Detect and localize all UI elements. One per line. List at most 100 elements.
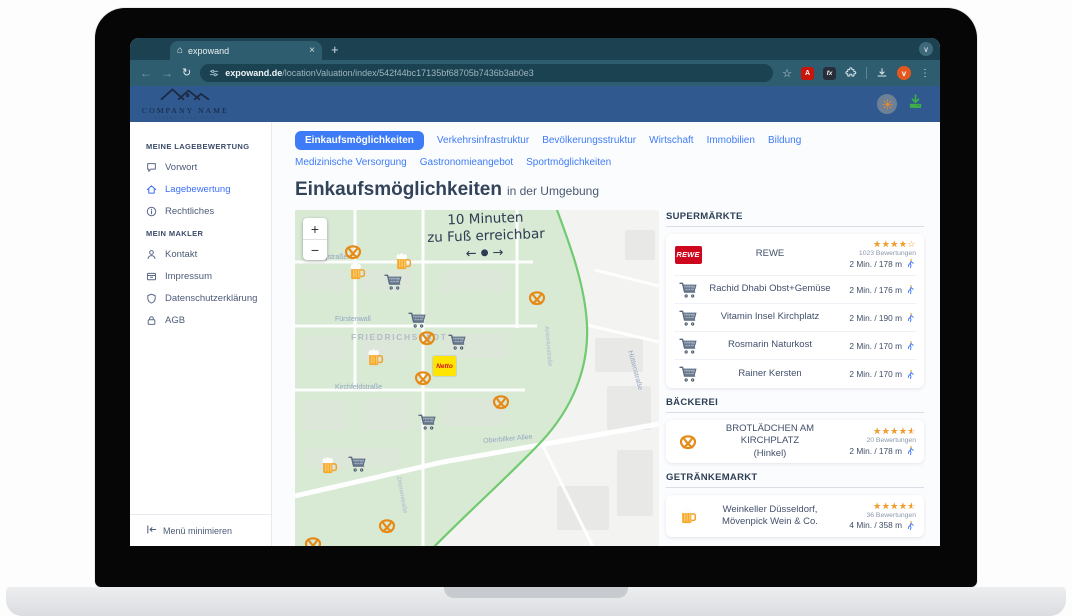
walk-distance: 2 Min. / 178 m — [849, 258, 916, 269]
place-row-weinkeller-d-sseldorf[interactable]: Weinkeller Düsseldorf,Mövenpick Wein & C… — [674, 495, 916, 537]
back-button[interactable]: ← — [140, 67, 152, 79]
address-bar[interactable]: expowand.de/locationValuation/index/542f… — [200, 64, 773, 82]
map-marker-pretzel-icon[interactable] — [377, 516, 397, 536]
map-label-kirchfeldstra-e: Kirchfeldstraße — [335, 384, 382, 391]
map-marker-cart-icon[interactable] — [407, 310, 427, 330]
fx-extension-icon[interactable]: fx — [823, 67, 836, 80]
browser-menu-icon[interactable]: ⋮ — [920, 68, 930, 79]
page-background: ⌂ expowand × + ∨ ← → ↻ expowand.de/locat… — [0, 0, 1072, 616]
browser-window: ⌂ expowand × + ∨ ← → ↻ expowand.de/locat… — [130, 38, 940, 546]
tab-wirtschaft[interactable]: Wirtschaft — [649, 135, 693, 146]
tab-einkaufsm-glichkeiten[interactable]: Einkaufsmöglichkeiten — [295, 131, 424, 150]
place-name: Rachid Dhabi Obst+Gemüse — [702, 283, 838, 295]
laptop-screen: ⌂ expowand × + ∨ ← → ↻ expowand.de/locat… — [95, 8, 977, 587]
section-title-superm-rkte: SUPERMÄRKTE — [666, 211, 924, 227]
sidebar-item-datenschutzerkl-rung[interactable]: Datenschutzerklärung — [146, 293, 265, 304]
map-marker-pretzel-icon[interactable] — [343, 242, 363, 262]
company-logo[interactable]: COMPANY NAME Slogan Goes Here — [142, 86, 229, 121]
map-marker-beer-icon[interactable] — [319, 456, 339, 476]
map-marker-cart-icon[interactable] — [347, 454, 367, 474]
menu-minimize-button[interactable]: Menü minimieren — [130, 514, 271, 546]
section-title-b-ckerei: BÄCKEREI — [666, 397, 924, 413]
zoom-out-button[interactable]: − — [303, 239, 327, 260]
tab-gastronomieangebot[interactable]: Gastronomieangebot — [420, 157, 513, 168]
tab-medizinische-versorgung[interactable]: Medizinische Versorgung — [295, 157, 407, 168]
place-row-vitamin-insel-kirchplatz[interactable]: Vitamin Insel Kirchplatz2 Min. / 190 m — [674, 304, 916, 332]
page-title: Einkaufsmöglichkeitenin der Umgebung — [295, 179, 940, 201]
map-marker-pretzel-icon[interactable] — [527, 288, 547, 308]
reviews-count: 36 Bewertungen — [866, 512, 916, 519]
adobe-extension-icon[interactable]: A — [801, 67, 814, 80]
map-marker-cart-icon[interactable] — [417, 412, 437, 432]
place-row-rosmarin-naturkost[interactable]: Rosmarin Naturkost2 Min. / 170 m — [674, 332, 916, 360]
sidebar-item-lagebewertung[interactable]: Lagebewertung — [146, 184, 265, 195]
browser-tab[interactable]: ⌂ expowand × — [170, 41, 322, 60]
map[interactable]: HerzogstraßeFürstenwallFRIEDRICHSTADTKir… — [295, 210, 659, 546]
tune-icon[interactable] — [209, 68, 219, 78]
map-marker-beer-icon[interactable] — [365, 348, 385, 368]
map-marker-pretzel-icon[interactable] — [413, 368, 433, 388]
downloads-icon[interactable] — [876, 67, 888, 79]
place-meta: 2 Min. / 190 m — [838, 312, 916, 323]
map-marker-cart-icon[interactable] — [383, 272, 403, 292]
app-body: MEINE LAGEBEWERTUNGVorwortLagebewertungR… — [130, 122, 940, 546]
place-meta: 2 Min. / 170 m — [838, 340, 916, 351]
download-report-icon[interactable] — [907, 93, 924, 115]
tab-close-icon[interactable]: × — [309, 45, 315, 56]
tab-verkehrsinfrastruktur[interactable]: Verkehrsinfrastruktur — [437, 135, 529, 146]
main-content: Einkaufsmöglichkeiten Verkehrsinfrastrukt… — [272, 122, 940, 546]
reload-button[interactable]: ↻ — [182, 68, 191, 79]
place-row-rewe[interactable]: REWEREWE☆☆☆☆☆★★★★★1023 Bewertungen2 Min.… — [674, 234, 916, 276]
walking-person-icon — [905, 312, 916, 323]
archive-icon — [146, 271, 157, 282]
new-tab-button[interactable]: + — [331, 42, 339, 57]
map-marker-pretzel-icon[interactable] — [417, 328, 437, 348]
category-tabs: Einkaufsmöglichkeiten Verkehrsinfrastrukt… — [295, 131, 925, 168]
profile-avatar[interactable]: v — [897, 66, 911, 80]
walk-distance: 2 Min. / 176 m — [849, 284, 916, 295]
sidebar-item-kontakt[interactable]: Kontakt — [146, 249, 265, 260]
sidebar-item-agb[interactable]: AGB — [146, 315, 265, 326]
bookmark-star-icon[interactable]: ☆ — [782, 67, 792, 80]
sidebar-item-impressum[interactable]: Impressum — [146, 271, 265, 282]
collapse-icon — [146, 524, 157, 537]
sidebar-item-label: Datenschutzerklärung — [165, 293, 257, 304]
lock-icon — [146, 315, 157, 326]
reviews-count: 20 Bewertungen — [866, 437, 916, 444]
browser-toolbar: ← → ↻ expowand.de/locationValuation/inde… — [130, 60, 940, 86]
cart-icon — [674, 364, 702, 384]
zoom-in-button[interactable]: + — [303, 218, 327, 239]
place-row-rainer-kersten[interactable]: Rainer Kersten2 Min. / 170 m — [674, 360, 916, 388]
sidebar-item-vorwort[interactable]: Vorwort — [146, 162, 265, 173]
forward-button[interactable]: → — [161, 67, 173, 79]
person-icon — [146, 249, 157, 260]
tab-bev-lkerungsstruktur[interactable]: Bevölkerungsstruktur — [542, 135, 636, 146]
sidebar-sections: MEINE LAGEBEWERTUNGVorwortLagebewertungR… — [130, 122, 271, 514]
map-marker-beer-icon[interactable] — [347, 262, 367, 282]
theme-sun-icon[interactable] — [877, 94, 897, 114]
roof-logo-icon — [156, 86, 214, 106]
tab-immobilien[interactable]: Immobilien — [707, 135, 755, 146]
tab-sportm-glichkeiten[interactable]: Sportmöglichkeiten — [526, 157, 611, 168]
place-row-rachid-dhabi-obst-gem-se[interactable]: Rachid Dhabi Obst+Gemüse 2 Min. / 176 m — [674, 276, 916, 304]
place-name: Weinkeller Düsseldorf,Mövenpick Wein & C… — [702, 504, 838, 529]
map-marker-netto-icon[interactable]: Netto — [433, 356, 456, 376]
place-row-brotl-dchen-am-kirchplatz[interactable]: BROTLÄDCHEN AM KIRCHPLATZ(Hinkel)☆☆☆☆☆★★… — [674, 420, 916, 463]
places-card: BROTLÄDCHEN AM KIRCHPLATZ(Hinkel)☆☆☆☆☆★★… — [666, 420, 924, 463]
map-marker-cart-icon[interactable] — [447, 332, 467, 352]
tab-bildung[interactable]: Bildung — [768, 135, 801, 146]
laptop-hinge-notch — [444, 587, 628, 598]
reviews-count: 1023 Bewertungen — [859, 250, 916, 257]
sidebar-item-rechtliches[interactable]: Rechtliches — [146, 206, 265, 217]
laptop-base — [6, 587, 1066, 616]
rewe-logo: REWE — [674, 246, 702, 264]
sidebar-item-label: Lagebewertung — [165, 184, 231, 195]
tab-search-chevron-icon[interactable]: ∨ — [919, 42, 933, 56]
map-marker-pretzel-icon[interactable] — [491, 392, 511, 412]
places-panel: SUPERMÄRKTE REWEREWE☆☆☆☆☆★★★★★1023 Bewert… — [666, 210, 924, 546]
home-favicon-icon: ⌂ — [177, 46, 183, 56]
pretzel-icon — [674, 432, 702, 452]
extensions-puzzle-icon[interactable] — [845, 67, 857, 79]
map-marker-pretzel-icon[interactable] — [303, 534, 323, 546]
info-icon — [146, 206, 157, 217]
